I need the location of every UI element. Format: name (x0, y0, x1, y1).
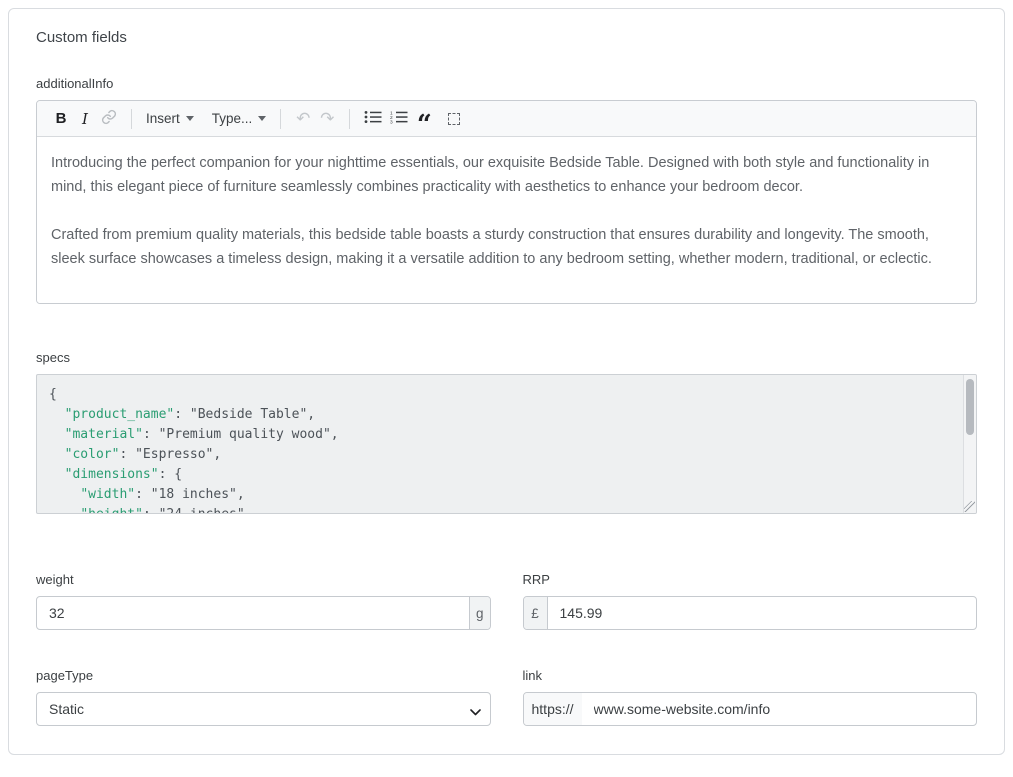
toolbar-divider (349, 109, 350, 129)
bold-button[interactable]: B (49, 106, 73, 132)
weight-input[interactable] (37, 597, 469, 629)
additional-info-label: additionalInfo (36, 76, 977, 91)
link-input[interactable] (582, 693, 976, 725)
rrp-field: RRP £ (523, 572, 978, 630)
editor-content[interactable]: Introducing the perfect companion for yo… (37, 137, 976, 303)
editor-paragraph: Crafted from premium quality materials, … (51, 223, 962, 271)
code-line: "dimensions": { (49, 465, 952, 485)
rrp-input-group: £ (523, 596, 978, 630)
weight-field: weight g (36, 572, 491, 630)
editor-toolbar: B I Insert Type... ↶ ↷ (37, 101, 976, 137)
page-type-label: pageType (36, 668, 491, 683)
redo-button[interactable]: ↷ (315, 106, 339, 132)
specs-code-textarea[interactable]: { "product_name": "Bedside Table", "mate… (36, 374, 977, 514)
specs-label: specs (36, 350, 977, 365)
resize-handle-icon[interactable] (964, 501, 975, 512)
link-icon (101, 109, 117, 128)
svg-text:3: 3 (390, 120, 393, 124)
editor-paragraph: Introducing the perfect companion for yo… (51, 151, 962, 199)
link-label: link (523, 668, 978, 683)
page-title: Custom fields (36, 29, 977, 46)
chevron-down-icon (186, 116, 194, 121)
code-line: "product_name": "Bedside Table", (49, 405, 952, 425)
redo-icon: ↷ (320, 109, 334, 129)
page-type-select[interactable]: Static (36, 692, 491, 726)
toolbar-divider (280, 109, 281, 129)
specs-code-content: { "product_name": "Bedside Table", "mate… (37, 375, 976, 514)
specs-field: specs { "product_name": "Bedside Table",… (36, 350, 977, 514)
code-line: "width": "18 inches", (49, 485, 952, 505)
specs-scrollbar[interactable] (963, 375, 976, 513)
code-line: { (49, 385, 952, 405)
bullet-list-icon (364, 110, 382, 127)
code-line: "color": "Espresso", (49, 445, 952, 465)
quote-icon: “ (417, 120, 432, 130)
link-field: link https:// (523, 668, 978, 726)
type-menu-button[interactable]: Type... (208, 106, 271, 132)
link-input-group: https:// (523, 692, 978, 726)
rich-text-editor: B I Insert Type... ↶ ↷ (36, 100, 977, 304)
container-button[interactable] (442, 106, 466, 132)
ordered-list-icon: 1 2 3 (390, 110, 408, 127)
blockquote-button[interactable]: “ (412, 106, 436, 132)
chevron-down-icon (258, 116, 266, 121)
weight-input-group: g (36, 596, 491, 630)
bullet-list-button[interactable] (360, 106, 386, 132)
custom-fields-card: Custom fields additionalInfo B I Insert … (8, 8, 1005, 755)
type-menu-label: Type... (212, 111, 253, 126)
weight-unit-addon: g (469, 597, 490, 629)
rrp-input[interactable] (548, 597, 977, 629)
currency-addon: £ (524, 597, 548, 629)
url-scheme-addon: https:// (524, 693, 582, 725)
ordered-list-button[interactable]: 1 2 3 (386, 106, 412, 132)
weight-label: weight (36, 572, 491, 587)
italic-button[interactable]: I (73, 106, 97, 132)
insert-menu-button[interactable]: Insert (142, 106, 198, 132)
rrp-label: RRP (523, 572, 978, 587)
page-type-select-wrap: Static (36, 692, 491, 726)
code-line: "height": "24 inches", (49, 505, 952, 514)
code-line: "material": "Premium quality wood", (49, 425, 952, 445)
insert-menu-label: Insert (146, 111, 180, 126)
scrollbar-thumb[interactable] (966, 379, 974, 435)
link-button[interactable] (97, 106, 121, 132)
toolbar-divider (131, 109, 132, 129)
dashed-container-icon (448, 113, 460, 125)
undo-button[interactable]: ↶ (291, 106, 315, 132)
page-type-field: pageType Static (36, 668, 491, 726)
undo-icon: ↶ (296, 109, 310, 129)
